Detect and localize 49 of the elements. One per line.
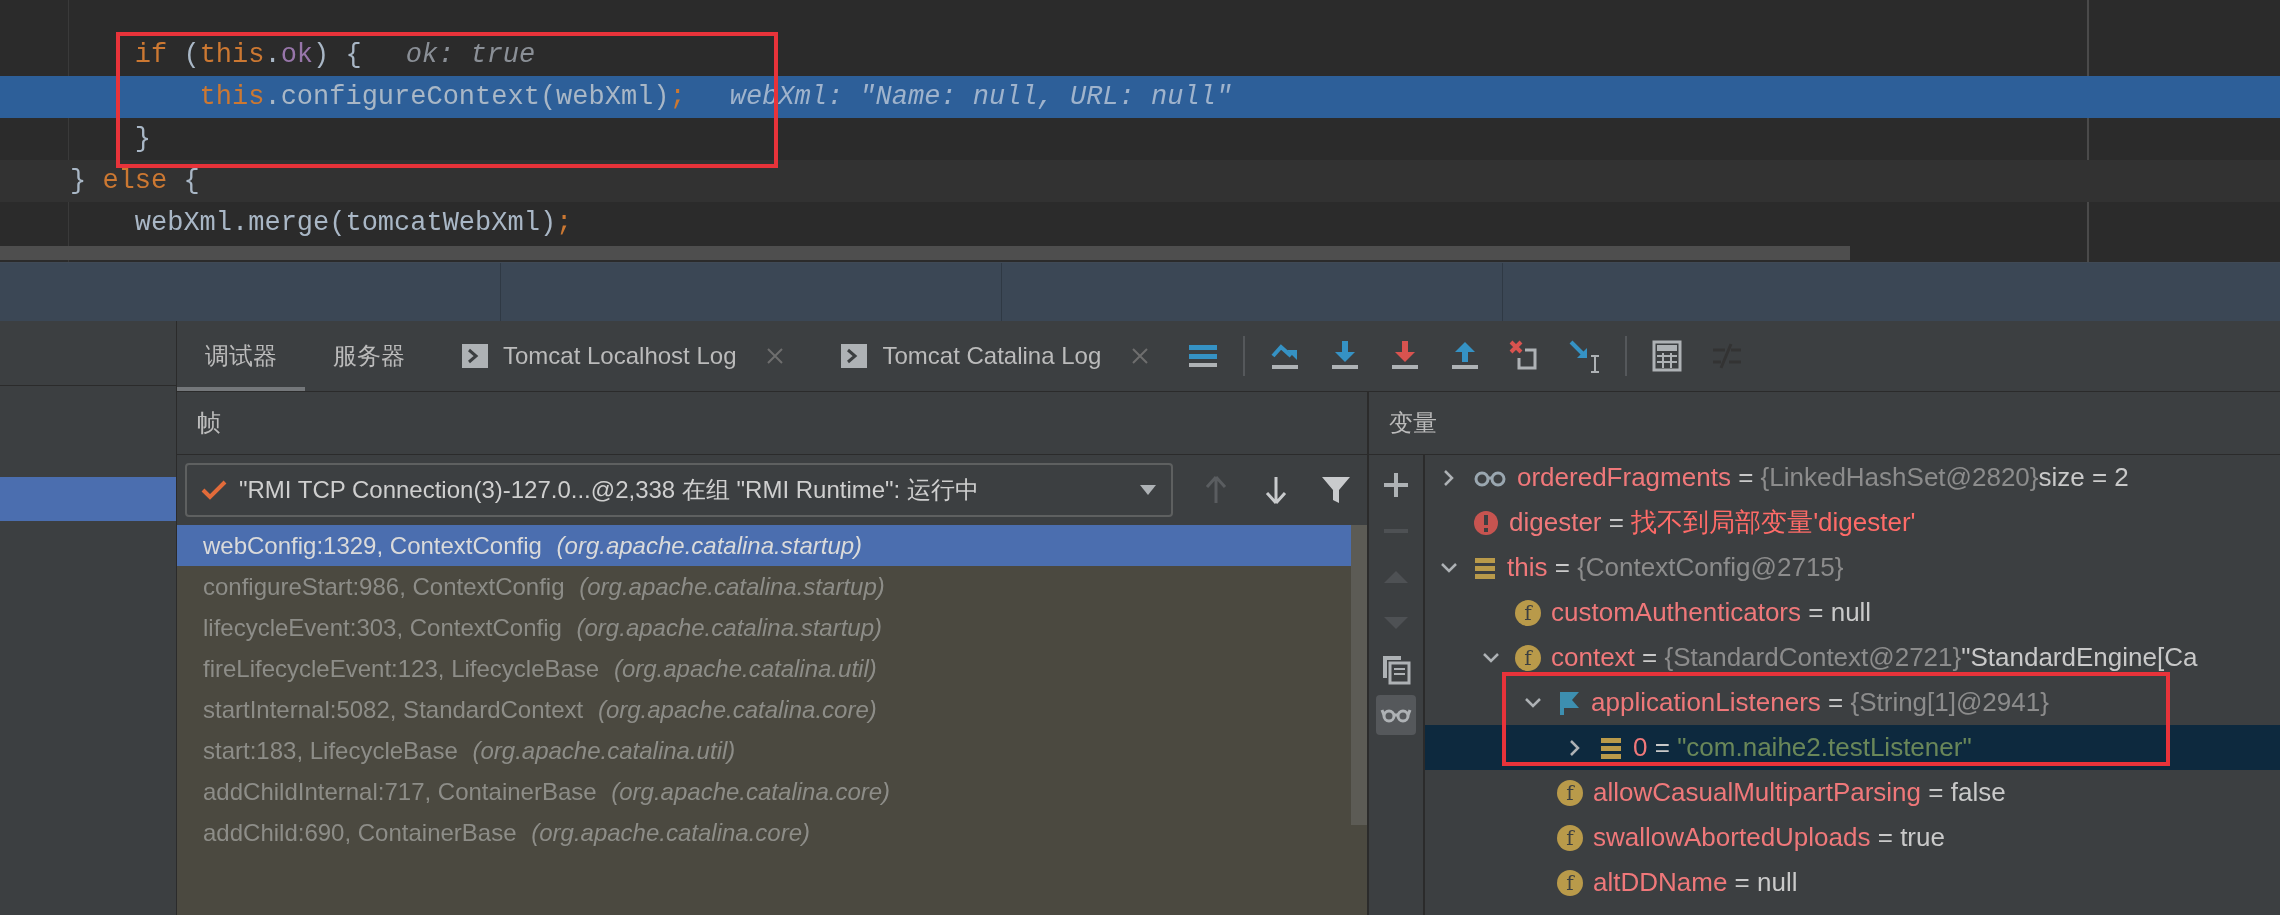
tab[interactable]: Tomcat Catalina Log [812,321,1178,391]
panel-title: 帧 [197,408,221,438]
field-badge: f [1557,779,1583,806]
variable-text: allowCasualMultipartParsing = false [1593,777,2006,808]
variable-row[interactable]: applicationListeners = {String[1]@2941} [1425,680,2280,725]
variable-row[interactable]: 0 = "com.naihe2.testListener" [1425,725,2280,770]
console-icon [840,343,869,369]
inline-value-hint: ok: true [405,40,536,70]
variable-row[interactable]: this = {ContextConfig@2715} [1425,545,2280,590]
code-line: this.configureContext(webXml); [198,82,686,112]
variable-text: digester = 找不到局部变量'digester' [1509,506,1916,539]
flag-icon [1557,689,1581,716]
error-icon [1473,509,1499,536]
variable-row[interactable]: f altDDName = null [1425,860,2280,905]
code-line: } [133,124,151,154]
variable-text: customAuthenticators = null [1551,597,1872,628]
code-line: } else { [70,166,200,196]
variable-row[interactable]: f customAuthenticators = null [1425,590,2280,635]
checkmark-icon [201,479,227,501]
tab[interactable]: Tomcat Localhost Log [433,321,813,391]
caret-icon [1139,484,1157,496]
variable-text: swallowAbortedUploads = true [1593,822,1945,853]
variable-row[interactable]: f swallowAbortedUploads = true [1425,815,2280,860]
field-badge: f [1557,824,1583,851]
thread-dropdown[interactable]: "RMI TCP Connection(3)-127.0...@2,338 在组 "RMI Runtime": 运行中 [185,463,1173,517]
variable-text: 0 = "com.naihe2.testListener" [1633,732,1972,763]
variable-row[interactable]: f allowCasualMultipartParsing = false [1425,770,2280,815]
variable-text: orderedFragments = {LinkedHashSet@2820}size = 2 [1517,462,2129,493]
field-badge: f [1557,869,1583,896]
variable-text: altDDName = null [1593,867,1798,898]
variable-text: context = {StandardContext@2721}"StandardEngine[Ca [1551,642,2198,673]
scrollbar-thumb[interactable] [0,246,1850,260]
field-badge: f [1515,644,1541,671]
variable-text: this = {ContextConfig@2715} [1507,552,1844,583]
variable-row[interactable]: orderedFragments = {LinkedHashSet@2820}size = 2 [1425,455,2280,500]
tab[interactable]: 调试器 [177,321,305,391]
stacked-bars-icon [1599,735,1623,760]
code-line: if (this.ok) { [133,40,362,70]
panel-title: 变量 [1389,408,1437,438]
scrollbar-thumb[interactable] [1351,525,1367,825]
stack-frame[interactable]: webConfig:1329, ContextConfig (org.apache.catalina.startup) [177,525,1351,566]
variable-text: applicationListeners = {String[1]@2941} [1591,687,2049,718]
variable-row[interactable]: digester = 找不到局部变量'digester' [1425,500,2280,545]
variable-row[interactable]: f context = {StandardContext@2721}"StandardEngine[Ca [1425,635,2280,680]
console-icon [461,343,489,369]
code-line: webXml.merge(tomcatWebXml); [133,208,573,238]
field-badge: f [1515,599,1541,626]
stacked-bars-icon [1473,555,1497,580]
tab[interactable]: 服务器 [305,321,433,391]
